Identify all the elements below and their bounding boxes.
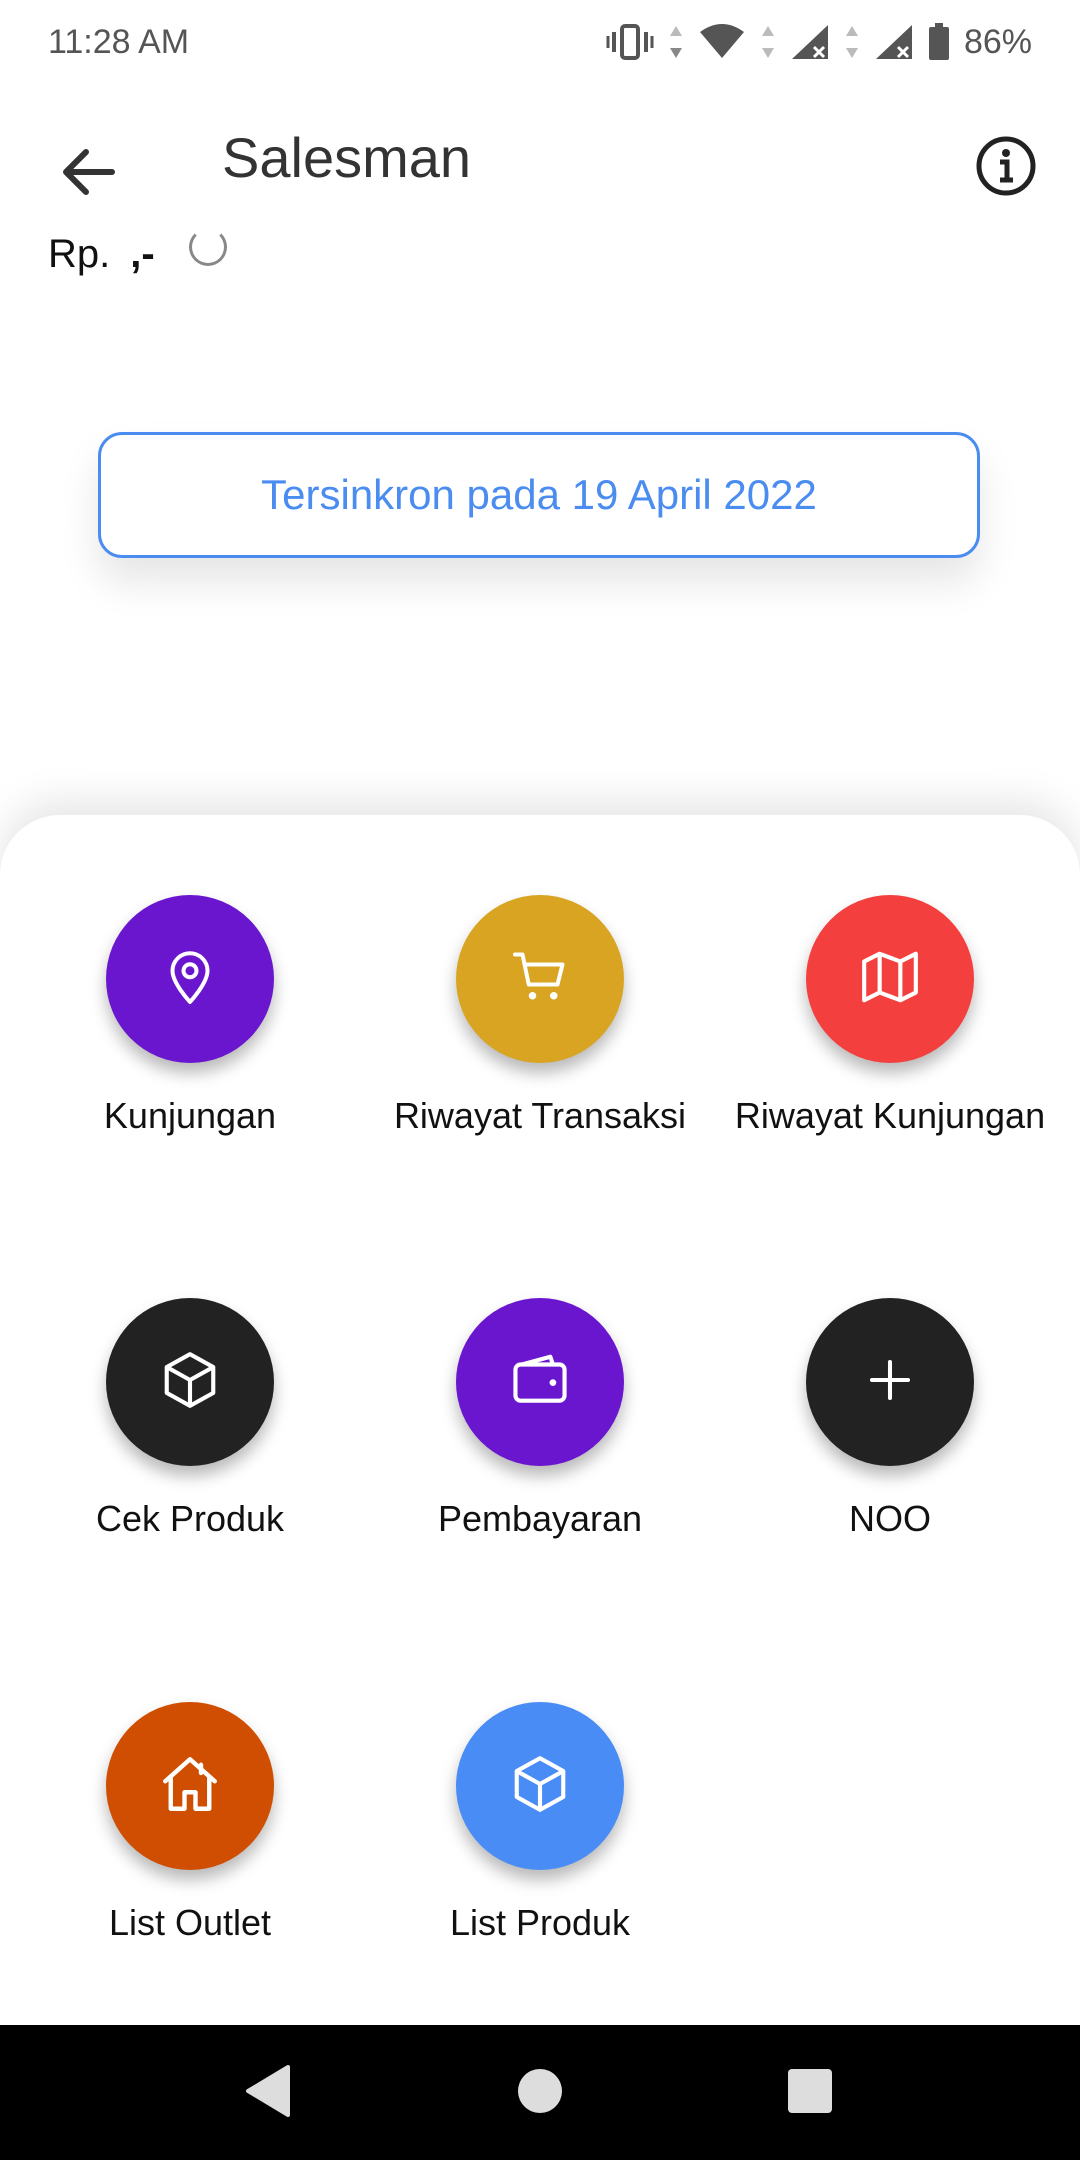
status-time: 11:28 AM — [48, 22, 190, 61]
sync-status-button[interactable]: Tersinkron pada 19 April 2022 — [98, 432, 980, 558]
menu-label: List Outlet — [108, 1902, 272, 1943]
wifi-icon — [698, 24, 746, 60]
menu-label: Cek Produk — [95, 1498, 285, 1539]
menu-icon-circle — [806, 895, 974, 1063]
data-arrows-icon — [760, 24, 776, 60]
menu-icon-circle — [456, 1702, 624, 1870]
page-title: Salesman — [222, 126, 472, 189]
battery-percent: 86% — [963, 22, 1032, 61]
menu-icon-circle — [106, 1298, 274, 1466]
menu-label: Kunjungan — [103, 1095, 277, 1136]
nav-home-button[interactable] — [512, 2065, 568, 2121]
battery-icon — [928, 23, 950, 61]
app-bar: Salesman — [0, 84, 1080, 248]
square-recents-icon — [786, 2067, 834, 2120]
menu-item-cek-produk[interactable]: Cek Produk — [40, 1298, 340, 1578]
plus-icon — [863, 1353, 917, 1412]
menu-icon-circle — [106, 895, 274, 1063]
info-button[interactable] — [968, 130, 1044, 206]
arrow-left-icon — [60, 148, 116, 201]
system-nav-bar — [0, 2025, 1080, 2160]
menu-item-list-produk[interactable]: List Produk — [390, 1702, 690, 1982]
menu-label: Pembayaran — [437, 1498, 643, 1539]
menu-item-noo[interactable]: NOO — [740, 1298, 1040, 1578]
menu-item-pembayaran[interactable]: Pembayaran — [390, 1298, 690, 1578]
nav-back-button[interactable] — [240, 2064, 296, 2122]
map-icon — [859, 946, 921, 1013]
data-arrows-icon — [668, 24, 684, 60]
menu-sheet: Kunjungan Riwayat Transaksi Riwayat Kunj… — [0, 815, 1080, 2025]
signal-no-service-icon — [874, 23, 914, 61]
menu-icon-circle — [806, 1298, 974, 1466]
back-button[interactable] — [48, 134, 128, 214]
menu-label: NOO — [848, 1498, 931, 1539]
menu-item-list-outlet[interactable]: List Outlet — [40, 1702, 340, 1982]
menu-item-riwayat-transaksi[interactable]: Riwayat Transaksi — [390, 895, 690, 1175]
balance: Rp. ,- — [48, 227, 227, 277]
menu-label: Riwayat Transaksi — [393, 1095, 687, 1136]
menu-icon-circle — [106, 1702, 274, 1870]
balance-amount: ,- — [130, 232, 155, 276]
balance-prefix: Rp. — [48, 232, 111, 276]
map-pin-icon — [160, 947, 220, 1012]
data-arrows-icon — [844, 24, 860, 60]
menu-icon-circle — [456, 895, 624, 1063]
menu-label: List Produk — [449, 1902, 631, 1943]
menu-item-riwayat-kunjungan[interactable]: Riwayat Kunjungan — [735, 895, 1045, 1175]
loading-spinner-icon — [188, 227, 227, 266]
status-icons: 86% — [606, 22, 1032, 62]
status-bar: 11:28 AM 86% — [0, 0, 1080, 84]
menu-item-kunjungan[interactable]: Kunjungan — [40, 895, 340, 1175]
menu-icon-circle — [456, 1298, 624, 1466]
shopping-cart-icon — [510, 947, 570, 1012]
info-icon — [975, 135, 1037, 202]
box-icon — [159, 1349, 221, 1416]
circle-home-icon — [517, 2068, 563, 2119]
triangle-back-icon — [244, 2064, 292, 2122]
home-icon — [157, 1751, 223, 1822]
sync-status-label: Tersinkron pada 19 April 2022 — [261, 471, 817, 518]
signal-no-service-icon — [790, 23, 830, 61]
box-icon — [509, 1753, 571, 1820]
vibrate-icon — [606, 22, 654, 62]
wallet-icon — [509, 1349, 571, 1416]
menu-label: Riwayat Kunjungan — [734, 1095, 1046, 1136]
nav-recents-button[interactable] — [782, 2065, 838, 2121]
